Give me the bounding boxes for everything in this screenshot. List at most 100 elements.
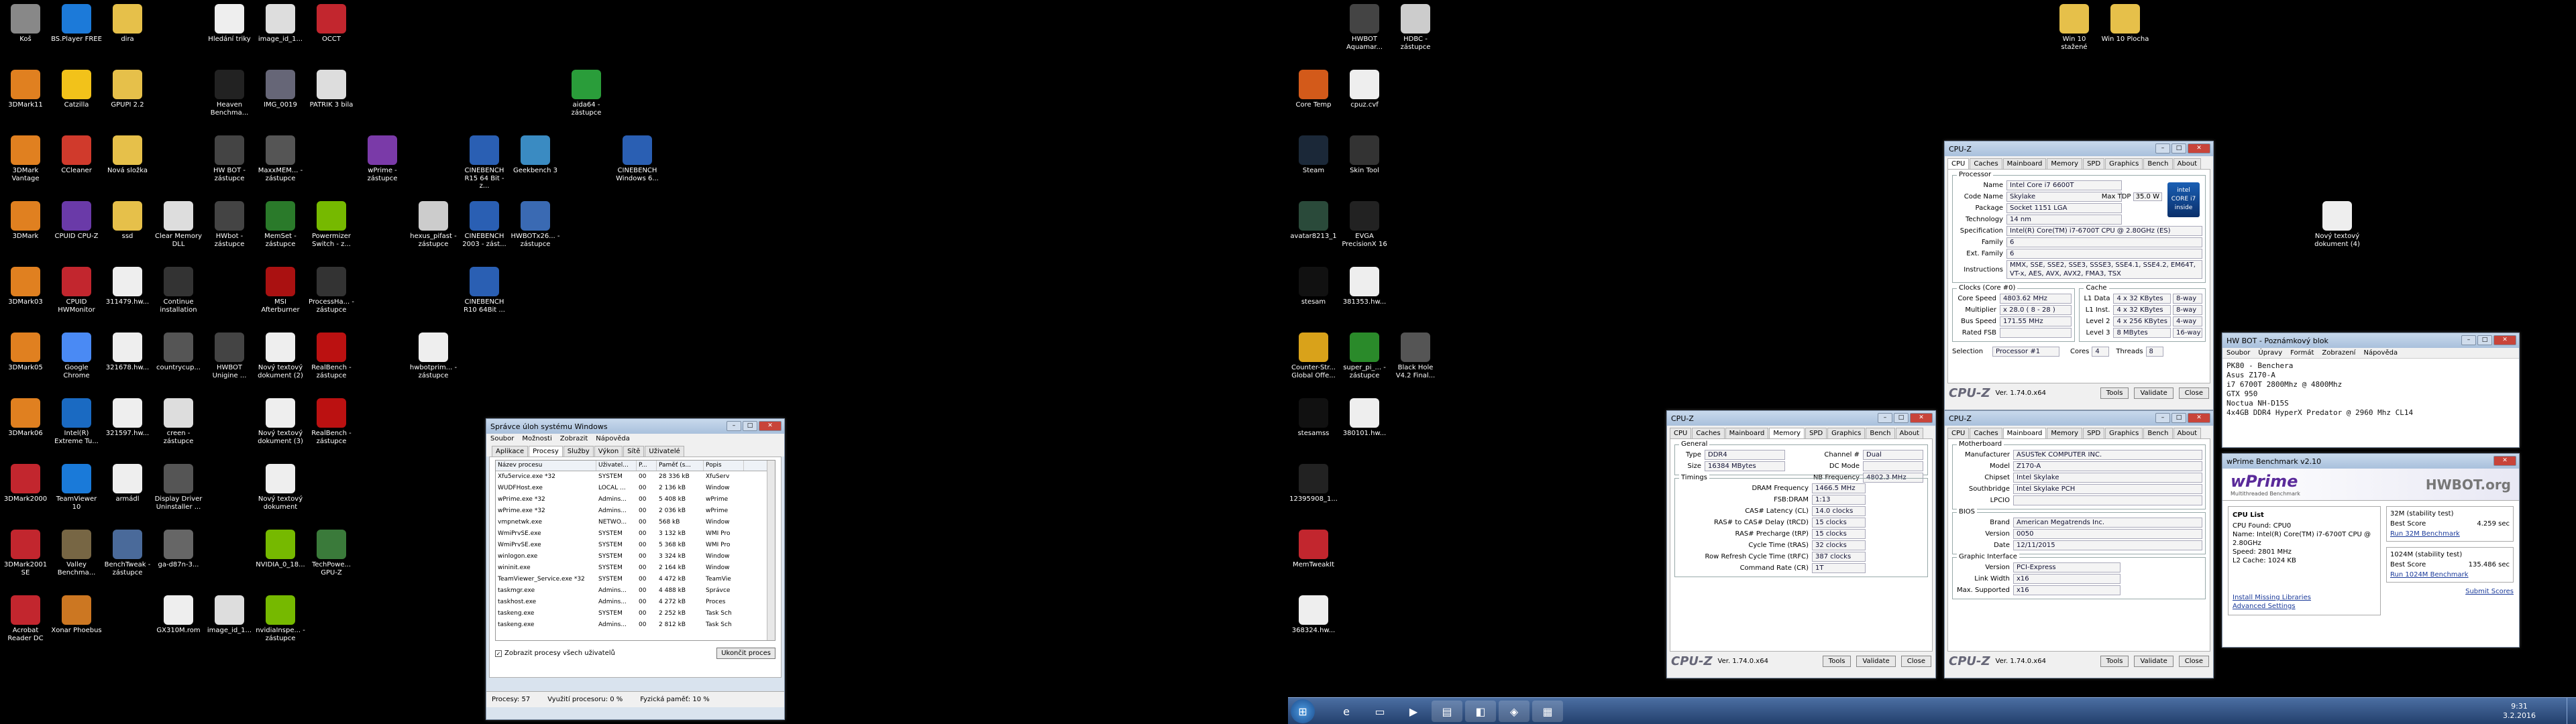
desktop-icon[interactable]: 3DMark06 xyxy=(0,398,51,438)
tab-mainboard[interactable]: Mainboard xyxy=(2002,428,2047,438)
desktop-icon[interactable]: Core Temp xyxy=(1288,70,1339,109)
desktop-icon[interactable]: image_id_1... xyxy=(255,4,306,44)
desktop-icon[interactable]: HW BOT - zástupce xyxy=(204,135,255,182)
tab-about[interactable]: About xyxy=(2173,158,2202,169)
maximize-button[interactable]: □ xyxy=(743,421,757,431)
close-button[interactable]: ✕ xyxy=(2188,143,2210,154)
notepad-titlebar[interactable]: HW BOT - Poznámkový blok – □ ✕ xyxy=(2222,333,2519,348)
table-row[interactable]: taskmgr.exe Admins... 00 4 488 kB Správce xyxy=(496,585,775,597)
minimize-button[interactable]: – xyxy=(2155,143,2170,154)
table-row[interactable]: Xfu5ervice.exe *32 SYSTEM 00 28 336 kB XfuSe… xyxy=(496,471,775,483)
desktop-icon[interactable]: ProcessHa... - zástupce xyxy=(306,267,357,314)
tab-mainboard[interactable]: Mainboard xyxy=(1725,428,1769,438)
tab-graphics[interactable]: Graphics xyxy=(2105,428,2143,438)
explorer-icon[interactable]: ▭ xyxy=(1364,701,1395,722)
desktop-icon[interactable]: Nový textový dokument xyxy=(255,464,306,511)
desktop-icon[interactable]: 3DMark05 xyxy=(0,333,51,372)
desktop-icon[interactable]: ga-d87n-3... xyxy=(153,530,204,569)
desktop-icon[interactable]: MemTweakIt xyxy=(1288,530,1339,569)
close-footer-button[interactable]: Close xyxy=(2178,656,2209,667)
minimize-button[interactable]: – xyxy=(1878,413,1892,423)
desktop-icon[interactable]: image_id_1... xyxy=(204,595,255,635)
tab-spd[interactable]: SPD xyxy=(2083,158,2105,169)
desktop-icon[interactable]: Catzilla xyxy=(51,70,102,109)
desktop-icon[interactable]: Geekbench 3 xyxy=(510,135,561,175)
tab-cpu[interactable]: CPU xyxy=(1947,158,1970,169)
notepad-taskbar-icon[interactable]: ▦ xyxy=(1532,701,1563,722)
maximize-button[interactable]: □ xyxy=(2477,335,2492,345)
desktop-icon[interactable]: CINEBENCH R10 64Bit ... xyxy=(459,267,510,314)
minimize-button[interactable]: – xyxy=(2155,413,2170,423)
desktop-icon[interactable]: MSI Afterburner xyxy=(255,267,306,314)
table-row[interactable]: WUDFHost.exe LOCAL ... 00 2 136 kB Window xyxy=(496,483,775,494)
table-row[interactable]: WmiPrvSE.exe SYSTEM 00 5 368 kB WMI Pro xyxy=(496,540,775,551)
menu-item[interactable]: Úpravy xyxy=(2258,349,2282,357)
desktop-icon[interactable]: RealBench - zástupce xyxy=(306,333,357,379)
desktop-icon[interactable]: NVIDIA_0_18... xyxy=(255,530,306,569)
close-footer-button[interactable]: Close xyxy=(2178,387,2209,399)
desktop-icon[interactable]: CPUID HWMonitor xyxy=(51,267,102,314)
tab-caches[interactable]: Caches xyxy=(1970,158,2002,169)
validate-button[interactable]: Validate xyxy=(2134,387,2174,399)
desktop-icon[interactable]: IMG_0019 xyxy=(255,70,306,109)
desktop-icon[interactable]: Heaven Benchma... xyxy=(204,70,255,117)
desktop-icon[interactable]: Nový textový dokument (3) xyxy=(255,398,306,445)
desktop-icon[interactable]: Intel(R) Extreme Tu... xyxy=(51,398,102,445)
minimize-button[interactable]: – xyxy=(727,421,741,431)
desktop-icon[interactable]: 321678.hw... xyxy=(102,333,153,372)
table-row[interactable]: wPrime.exe *32 Admins... 00 5 408 kB wPrime xyxy=(496,494,775,505)
desktop-icon[interactable]: Nový textový dokument (2) xyxy=(255,333,306,379)
wprime-taskbar-icon[interactable]: ◈ xyxy=(1499,701,1529,722)
start-button[interactable]: ⊞ xyxy=(1291,699,1315,723)
desktop-icon[interactable]: CINEBENCH 2003 - zást... xyxy=(459,201,510,248)
desktop-icon[interactable]: stesam xyxy=(1288,267,1339,306)
close-button[interactable]: ✕ xyxy=(1910,413,1933,423)
tab-memory[interactable]: Memory xyxy=(1769,428,1805,438)
menu-item[interactable]: Zobrazení xyxy=(2322,349,2355,357)
tab-cpu[interactable]: CPU xyxy=(1947,428,1970,438)
desktop-icon[interactable]: HWBOTx26... - zástupce xyxy=(510,201,561,248)
tools-button[interactable]: Tools xyxy=(2100,387,2129,399)
desktop-icon[interactable]: cpuz.cvf xyxy=(1339,70,1390,109)
process-scrollbar[interactable] xyxy=(767,461,775,640)
desktop-icon[interactable]: TechPowe... GPU-Z xyxy=(306,530,357,577)
menu-item[interactable]: Formát xyxy=(2290,349,2314,357)
desktop-icon[interactable]: 3DMark xyxy=(0,201,51,241)
end-process-button[interactable]: Ukončit proces xyxy=(716,648,775,659)
column-header[interactable]: Uživatel... xyxy=(596,461,637,471)
tab-aplikace[interactable]: Aplikace xyxy=(492,446,529,457)
tab-bench[interactable]: Bench xyxy=(2143,158,2173,169)
close-button[interactable]: ✕ xyxy=(2188,413,2210,423)
column-header[interactable]: Název procesu xyxy=(496,461,596,471)
tab-bench[interactable]: Bench xyxy=(2143,428,2173,438)
desktop-icon[interactable]: 12395908_1... xyxy=(1288,464,1339,503)
desktop-icon[interactable]: 321597.hw... xyxy=(102,398,153,438)
task-manager-titlebar[interactable]: Správce úloh systému Windows – □ ✕ xyxy=(486,419,784,434)
desktop-icon[interactable]: Clear Memory DLL xyxy=(153,201,204,248)
close-button[interactable]: ✕ xyxy=(759,421,782,431)
tab-caches[interactable]: Caches xyxy=(1692,428,1725,438)
desktop-icon[interactable]: Steam xyxy=(1288,135,1339,175)
install-libraries-link[interactable]: Install Missing Libraries xyxy=(2233,593,2376,602)
desktop-icon[interactable]: hwbotprim... - zástupce xyxy=(408,333,459,379)
close-footer-button[interactable]: Close xyxy=(1900,656,1931,667)
desktop-icon[interactable]: TeamViewer 10 xyxy=(51,464,102,511)
table-row[interactable]: taskhost.exe Admins... 00 4 272 kB Proces xyxy=(496,597,775,608)
desktop-icon[interactable]: Xonar Phoebus xyxy=(51,595,102,635)
tab-graphics[interactable]: Graphics xyxy=(2105,158,2143,169)
desktop-icon[interactable]: RealBench - zástupce xyxy=(306,398,357,445)
desktop-icon[interactable]: dira xyxy=(102,4,153,44)
close-button[interactable]: ✕ xyxy=(2493,335,2516,345)
desktop-icon[interactable]: 381353.hw... xyxy=(1339,267,1390,306)
wprime-titlebar[interactable]: wPrime Benchmark v2.10 ✕ xyxy=(2222,454,2519,469)
desktop-icon[interactable]: HWbot - zástupce xyxy=(204,201,255,248)
minimize-button[interactable]: – xyxy=(2461,335,2476,345)
desktop-icon[interactable]: HDBC - zástupce xyxy=(1390,4,1441,51)
tab-spd[interactable]: SPD xyxy=(1805,428,1827,438)
table-row[interactable]: wininit.exe SYSTEM 00 2 164 kB Window xyxy=(496,562,775,574)
desktop-icon[interactable]: 3DMark Vantage xyxy=(0,135,51,182)
desktop-icon[interactable]: MaxxMEM... - zástupce xyxy=(255,135,306,182)
tools-button[interactable]: Tools xyxy=(2100,656,2129,667)
desktop-icon[interactable]: EVGA PrecisionX 16 xyxy=(1339,201,1390,248)
tab-uzivatele[interactable]: Uživatelé xyxy=(645,446,684,457)
